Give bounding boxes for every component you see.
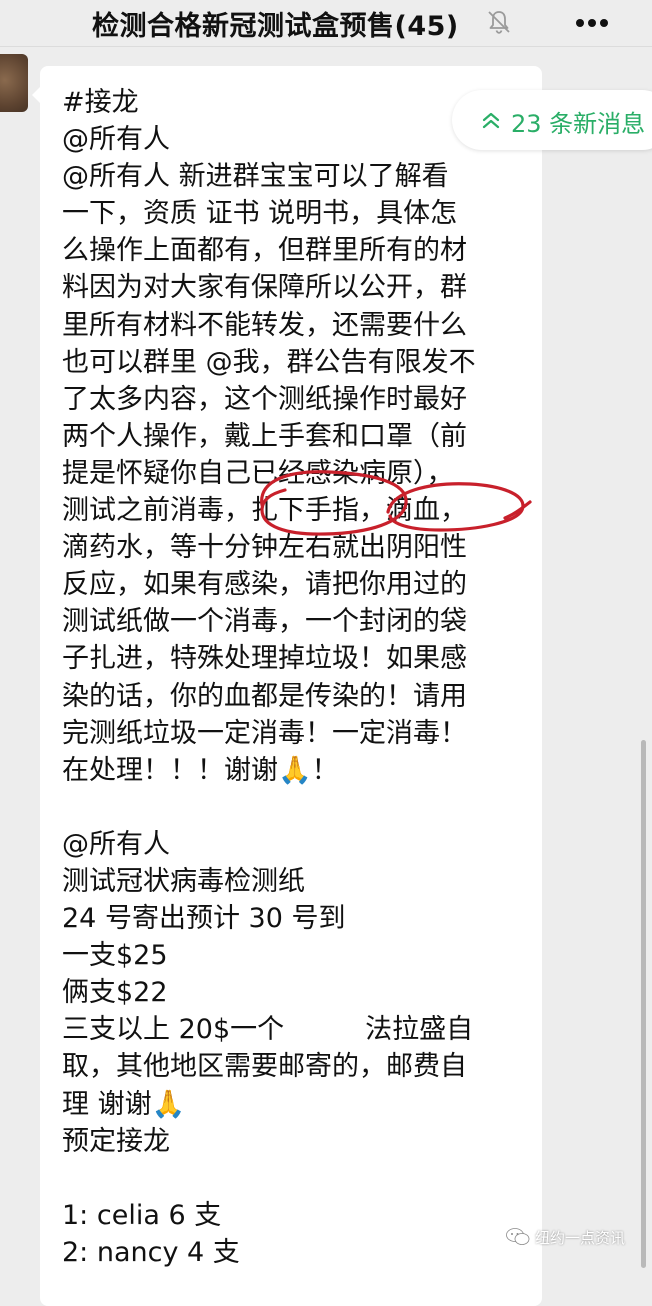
message-line: 也可以群里 @我，群公告有限发不 <box>62 346 476 378</box>
chat-header: 检测合格新冠测试盒预售(45) <box>0 0 652 47</box>
watermark-text: 纽约一点资讯 <box>535 1229 626 1247</box>
message-line: @所有人 新进群宝宝可以了解看 <box>62 161 449 193</box>
message-line: 一支$25 <box>62 940 168 972</box>
message-line: 反应，如果有感染，请把你用过的 <box>62 569 467 601</box>
message-line: 24 号寄出预计 30 号到 <box>62 903 346 935</box>
message-line: 取，其他地区需要邮寄的，邮费自 <box>62 1051 467 1083</box>
message-line: 在处理！！！谢谢🙏！ <box>62 754 339 786</box>
message-line: 2: nancy 4 支 <box>62 1236 240 1268</box>
message-line: 测试之前消毒，扎下手指，滴血， <box>62 495 467 527</box>
watermark: 纽约一点资讯 <box>505 1223 645 1263</box>
scrollbar[interactable] <box>641 740 646 1268</box>
message-line: 滴药水，等十分钟左右就出阴阳性 <box>62 532 467 564</box>
message-line: 里所有材料不能转发，还需要什么 <box>62 309 467 341</box>
new-messages-label: 23 条新消息 <box>511 110 646 138</box>
wechat-logo-icon <box>506 1228 530 1245</box>
message-line: 测试纸做一个消毒，一个封闭的袋 <box>62 606 467 638</box>
double-chevron-up-icon <box>482 112 500 129</box>
chat-title: 检测合格新冠测试盒预售(45) <box>92 11 459 42</box>
message-line: 料因为对大家有保障所以公开，群 <box>62 272 467 304</box>
message-line: 预定接龙 <box>62 1125 170 1157</box>
message-line: 么操作上面都有，但群里所有的材 <box>62 235 467 267</box>
message-line: 三支以上 20$一个 法拉盛自 <box>62 1014 474 1046</box>
sender-avatar[interactable] <box>0 54 28 112</box>
message-line: 测试冠状病毒检测纸 <box>62 865 305 897</box>
message-line: 理 谢谢🙏 <box>62 1088 186 1120</box>
message-line: 一下，资质 证书 说明书，具体怎 <box>62 198 458 230</box>
message-line: 染的话，你的血都是传染的！请用 <box>62 680 467 712</box>
message-line: 完测纸垃圾一定消毒！一定消毒！ <box>62 717 467 749</box>
message-line: 子扎进，特殊处理掉垃圾！如果感 <box>62 643 467 675</box>
new-messages-button[interactable]: 23 条新消息 <box>452 90 652 150</box>
message-line: 两个人操作，戴上手套和口罩（前 <box>62 420 467 452</box>
message-line: 了太多内容，这个测纸操作时最好 <box>62 383 467 415</box>
message-line: 俩支$22 <box>62 977 168 1009</box>
message-line: 1: celia 6 支 <box>62 1199 222 1231</box>
more-dots-icon[interactable] <box>572 8 612 38</box>
message-line: @所有人 <box>62 828 170 860</box>
bell-mute-icon <box>488 11 510 34</box>
message-text: #接龙 @所有人 @所有人 新进群宝宝可以了解看 一下，资质 证书 说明书，具体怎 么操… <box>62 84 532 1271</box>
message-line: 提是怀疑你自己已经感染病原）， <box>62 457 454 489</box>
